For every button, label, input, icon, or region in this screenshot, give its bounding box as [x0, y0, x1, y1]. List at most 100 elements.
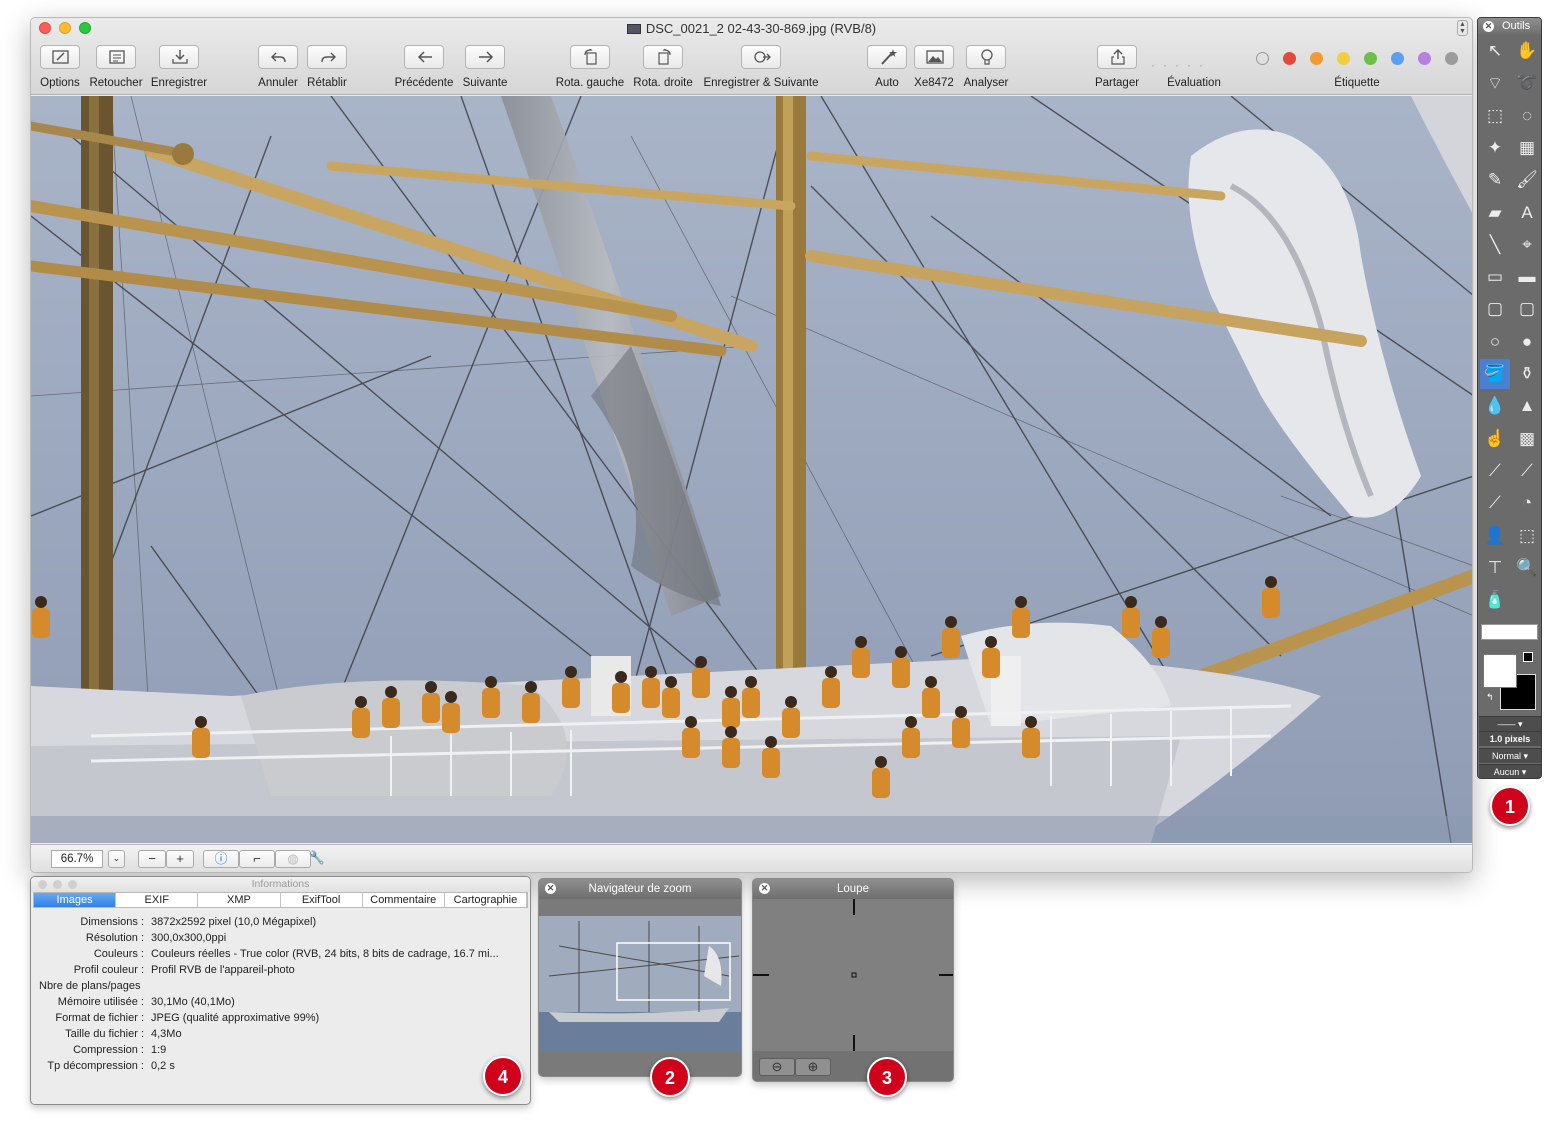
image-canvas[interactable] — [31, 96, 1472, 843]
rect-fill-icon[interactable]: ▬ — [1512, 262, 1541, 292]
info-zoom-button[interactable] — [68, 880, 77, 889]
pencil-icon[interactable]: ✎ — [1480, 165, 1510, 195]
stamp-icon[interactable]: ⚱ — [1512, 359, 1541, 389]
swap-colors-icon[interactable] — [1523, 652, 1533, 662]
reset-colors-icon[interactable]: ↰ — [1486, 692, 1494, 703]
options-button[interactable]: Options — [38, 45, 82, 89]
close-palette-icon[interactable]: ✕ — [1483, 21, 1494, 32]
rota-droite-button[interactable]: Rota. droite — [629, 45, 697, 89]
brush-icon[interactable]: 🖌 — [1512, 165, 1541, 195]
paint-bucket-icon[interactable]: 🪣 — [1480, 359, 1510, 389]
info-key: Résolution : — [85, 932, 144, 944]
rota-gauche-label: Rota. gauche — [555, 77, 625, 89]
sharpen-icon[interactable]: ▲ — [1512, 391, 1541, 421]
rect-outline-icon[interactable]: ▭ — [1480, 262, 1510, 292]
wrench-icon[interactable]: 🔧 — [299, 850, 335, 868]
callout-badge-1: 1 — [1490, 786, 1530, 826]
ellipse-outline-icon[interactable]: ○ — [1480, 327, 1510, 357]
lasso-icon[interactable]: ➰ — [1512, 68, 1541, 98]
scale-icon[interactable]: ⊤ — [1480, 553, 1510, 583]
texture-value: Aucun — [1493, 767, 1520, 777]
retablir-button[interactable]: Rétablir — [303, 45, 351, 89]
dodge-icon[interactable]: ⟋ — [1480, 456, 1510, 486]
blend-mode-select[interactable]: Normal ▾ — [1479, 748, 1541, 763]
rounded-rect-icon[interactable]: ▢ — [1480, 294, 1510, 324]
rota-gauche-button[interactable]: Rota. gauche — [553, 45, 627, 89]
loupe-zoom-in-icon[interactable]: ⊕ — [795, 1058, 831, 1076]
zoom-out-button[interactable]: − — [138, 850, 166, 868]
retoucher-button[interactable]: Retoucher — [88, 45, 144, 89]
label-purple-button[interactable] — [1418, 52, 1431, 65]
eraser-icon[interactable]: ▰ — [1480, 198, 1510, 228]
navigator-thumbnail[interactable] — [539, 916, 741, 1052]
tab-xmp[interactable]: XMP — [198, 893, 281, 907]
info-minimize-button[interactable] — [53, 880, 62, 889]
loupe-zoom-out-icon[interactable]: ⊖ — [759, 1058, 795, 1076]
texture-select[interactable]: Aucun ▾ — [1479, 764, 1541, 778]
label-green-button[interactable] — [1364, 52, 1377, 65]
enregistrer-suivante-button[interactable]: Enregistrer & Suivante — [699, 45, 823, 89]
rect-select-icon[interactable]: ⬚ — [1480, 101, 1510, 131]
stroke-style-select[interactable]: —— ▾ — [1479, 716, 1541, 731]
no-label-icon[interactable] — [1256, 52, 1269, 65]
close-navigator-icon[interactable]: ✕ — [545, 883, 556, 894]
sponge-icon[interactable]: ▩ — [1512, 424, 1541, 454]
auto-label: Auto — [875, 77, 899, 89]
label-gray-button[interactable] — [1445, 52, 1458, 65]
info-row: Nbre de plans/pages — [31, 979, 530, 993]
ellipse-select-icon[interactable]: ◌ — [1512, 101, 1541, 131]
zoom-dropdown-button[interactable]: ⌄ — [108, 850, 125, 868]
close-loupe-icon[interactable]: ✕ — [759, 883, 770, 894]
info-icon[interactable]: ⓘ — [203, 850, 239, 868]
tab-exif[interactable]: EXIF — [116, 893, 199, 907]
zoom-in-button[interactable]: + — [166, 850, 194, 868]
callout-badge-2: 2 — [650, 1057, 690, 1097]
tab-cartographie[interactable]: Cartographie — [445, 893, 528, 907]
eyedropper-icon[interactable]: ⟋ — [1480, 488, 1510, 518]
ellipse-fill-icon[interactable]: ● — [1512, 327, 1541, 357]
tab-commentaire[interactable]: Commentaire — [363, 893, 445, 907]
analyser-button[interactable]: Analyser — [960, 45, 1012, 89]
xe8472-button[interactable]: Xe8472 — [912, 45, 956, 89]
arrow-pointer-icon[interactable]: ↖ — [1480, 36, 1510, 66]
precedente-button[interactable]: Précédente — [393, 45, 455, 89]
label-red-button[interactable] — [1283, 52, 1296, 65]
crosshair-icon[interactable]: ⌖ — [1512, 230, 1541, 260]
tab-images[interactable]: Images — [34, 893, 117, 907]
burn-icon[interactable]: ⟋ — [1512, 456, 1541, 486]
loupe-crosshair — [753, 899, 953, 1051]
annuler-button[interactable]: Annuler — [254, 45, 302, 89]
foreground-color-swatch[interactable] — [1483, 654, 1517, 688]
toolbar-toggle-button[interactable]: ▲ ▼ — [1457, 20, 1468, 36]
line-icon[interactable]: ╲ — [1480, 230, 1510, 260]
suivante-button[interactable]: Suivante — [460, 45, 510, 89]
histogram-icon[interactable]: ⌐ — [239, 850, 275, 868]
red-eye-icon[interactable]: 👤 — [1480, 521, 1510, 551]
crop-icon[interactable]: ⬚ — [1512, 521, 1541, 551]
zoom-tool-icon[interactable]: 🔍 — [1512, 553, 1541, 583]
blur-drop-icon[interactable]: 💧 — [1480, 391, 1510, 421]
text-icon[interactable]: A — [1512, 198, 1541, 228]
hand-icon[interactable]: ✋ — [1512, 36, 1541, 66]
color-swatch-bar[interactable] — [1481, 624, 1538, 640]
checker-icon[interactable]: ▦ — [1512, 133, 1541, 163]
enregistrer-button[interactable]: Enregistrer — [148, 45, 210, 89]
color-replace-icon[interactable]: ◔ — [1512, 488, 1541, 518]
smudge-icon[interactable]: ☝ — [1480, 424, 1510, 454]
label-blue-button[interactable] — [1391, 52, 1404, 65]
polygon-lasso-icon[interactable]: ⌔ — [1480, 68, 1510, 98]
info-panel: Informations Images EXIF XMP ExifTool Commen… — [30, 876, 531, 1105]
rating-stars[interactable]: ····· — [1151, 58, 1211, 72]
rounded-rect-fill-icon[interactable]: ▢ — [1512, 294, 1541, 324]
tab-exiftool[interactable]: ExifTool — [281, 893, 363, 907]
zoom-field[interactable]: 66.7% — [51, 850, 103, 868]
info-close-button[interactable] — [38, 880, 47, 889]
label-yellow-button[interactable] — [1337, 52, 1350, 65]
partager-button[interactable]: Partager — [1091, 45, 1143, 89]
magic-wand-tool-icon[interactable]: ✦ — [1480, 133, 1510, 163]
loupe-title: Loupe — [837, 883, 869, 895]
auto-button[interactable]: Auto — [866, 45, 908, 89]
label-orange-button[interactable] — [1310, 52, 1323, 65]
spray-icon[interactable]: 🧴 — [1480, 585, 1510, 615]
info-row: Couleurs : Couleurs réelles - True color … — [31, 947, 530, 961]
